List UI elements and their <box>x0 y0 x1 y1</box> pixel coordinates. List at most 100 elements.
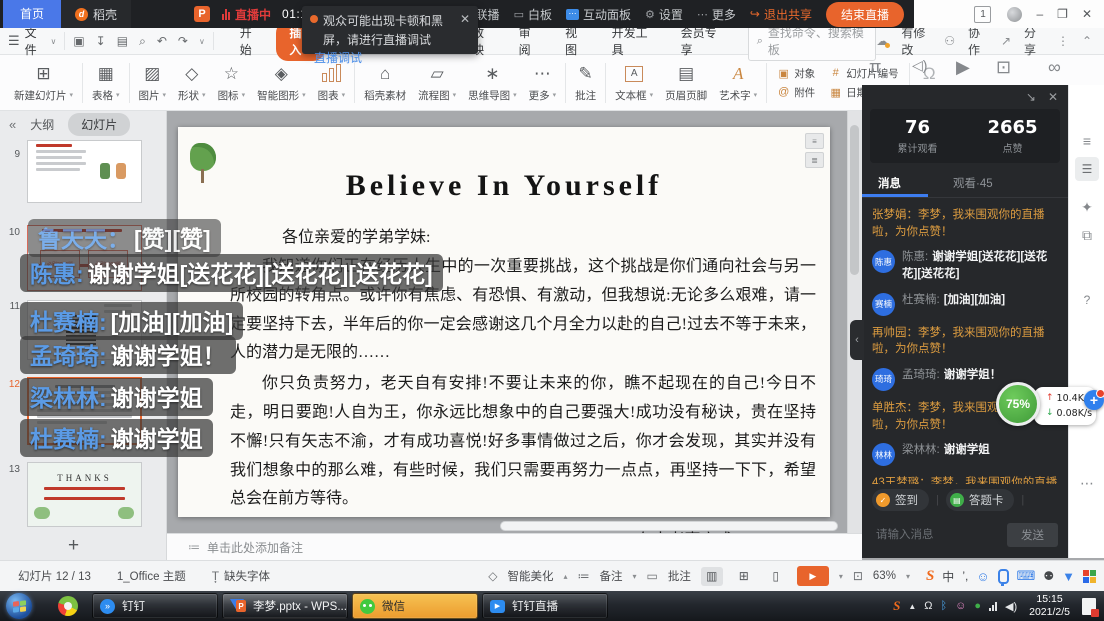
notification-bell-icon[interactable]: Ω <box>924 600 932 612</box>
fit-slide-icon[interactable]: ⊡ <box>853 569 863 583</box>
docer-material-button[interactable]: ⌂ 稻壳素材 <box>358 63 412 103</box>
end-live-button[interactable]: 结束直播 <box>826 2 904 27</box>
settings-button[interactable]: ⚙ 设置 <box>645 6 683 23</box>
tray-expand-icon[interactable]: ▲ <box>908 602 916 611</box>
notes-bar[interactable]: ≔ 单击此处添加备注 <box>166 533 862 560</box>
voice-input-icon[interactable] <box>998 569 1009 584</box>
tray-sogou-icon[interactable]: S <box>893 598 900 614</box>
export-icon[interactable]: ↧ <box>96 34 106 48</box>
kebab-menu-icon[interactable]: ⋮ <box>1057 34 1069 48</box>
tab-watching[interactable]: 观看·45 <box>953 175 993 191</box>
taskbar-dingtalk-live-button[interactable]: ▶ 钉钉直播 <box>482 593 608 619</box>
chevron-up-icon[interactable]: ▴ <box>563 572 567 581</box>
emoji-icon[interactable]: ☺ <box>976 569 989 584</box>
new-slide-button[interactable]: ⊞ 新建幻灯片 <box>8 63 79 103</box>
chart-button[interactable]: 图表 <box>312 63 352 103</box>
debug-link[interactable]: 直播调试 <box>314 51 362 65</box>
network-signal-icon[interactable] <box>989 602 997 611</box>
attachment-button[interactable]: @ 附件 <box>777 85 815 100</box>
screen-record-icon[interactable]: ⊡ <box>996 57 1011 78</box>
slide-layout-icon[interactable]: ≡ <box>805 133 824 149</box>
chat-panel-collapse-handle[interactable]: ‹ <box>850 320 864 360</box>
play-options-chevron-icon[interactable]: ▾ <box>839 572 843 581</box>
slide-thumbnail-13[interactable]: THANKS <box>27 462 142 527</box>
tab-docer[interactable]: d 稻壳 <box>61 0 131 28</box>
slide-title[interactable]: Believe In Yourself <box>178 169 830 203</box>
video-icon[interactable]: ▶ <box>956 57 970 78</box>
account-avatar[interactable] <box>1007 7 1022 22</box>
toolbox-grid-icon[interactable] <box>1083 570 1096 583</box>
sogou-icon[interactable]: S <box>926 568 934 585</box>
shapes-button[interactable]: ◇ 形状 <box>172 63 212 103</box>
tab-outline[interactable]: 大纲 <box>30 116 54 133</box>
taskbar-wps-button[interactable]: P 李梦.pptx - WPS... <box>222 593 348 619</box>
header-footer-button[interactable]: ▤ 页眉页脚 <box>659 63 713 103</box>
zoom-level[interactable]: 63% <box>873 570 896 582</box>
normal-view-button[interactable]: ▥ <box>701 567 723 586</box>
collaborate-button[interactable]: 协作 <box>968 24 988 58</box>
zoom-chevron-icon[interactable]: ▾ <box>906 572 910 581</box>
chat-message-input[interactable] <box>874 528 999 542</box>
missing-font-warning[interactable]: 缺失字体 <box>224 568 270 584</box>
panel-close-icon[interactable]: ✕ <box>1048 90 1058 104</box>
redo-icon[interactable]: ↷ <box>178 34 188 48</box>
print-preview-icon[interactable]: ⌕ <box>139 34 146 49</box>
slide-thumbnail-9[interactable] <box>27 140 142 203</box>
action-center-icon[interactable] <box>1082 598 1096 615</box>
document-count-badge[interactable]: 1 <box>974 6 991 23</box>
comment-button[interactable]: ✎ 批注 <box>569 63 602 103</box>
more-tools-icon[interactable]: ⋯ <box>1069 475 1104 492</box>
wordart-button[interactable]: A 艺术字 <box>713 63 763 103</box>
panel-list-icon[interactable]: ≡ <box>1069 133 1104 149</box>
screen-share-icon[interactable]: ⧉ <box>1069 227 1104 244</box>
profile-icon[interactable]: ⚉ <box>1043 569 1054 583</box>
more-insert-button[interactable]: ⋯ 更多 <box>523 63 563 103</box>
accelerate-plus-button[interactable]: + <box>1084 390 1104 410</box>
panel-collapse-icon[interactable]: ↘ <box>1026 90 1036 104</box>
theme-name[interactable]: 1_Office 主题 <box>117 568 186 584</box>
bluetooth-icon[interactable]: ᛒ <box>941 600 948 612</box>
file-menu[interactable]: ☰ 文件 ∨ <box>8 24 56 58</box>
tab-home[interactable]: 首页 <box>3 0 61 28</box>
beautify-button[interactable]: 智能美化 <box>507 568 553 584</box>
close-button[interactable]: ✕ <box>1082 7 1092 21</box>
volume-icon[interactable]: ◀) <box>1005 600 1017 613</box>
textbox-button[interactable]: A 文本框 <box>609 63 659 103</box>
horizontal-scrollbar[interactable] <box>500 521 838 531</box>
tray-clock[interactable]: 15:15 2021/2/5 <box>1029 593 1070 619</box>
minimize-button[interactable]: – <box>1036 7 1043 21</box>
icons-button[interactable]: ☆ 图标 <box>212 63 252 103</box>
slideshow-play-button[interactable]: ▶ <box>797 566 829 586</box>
interact-panel-button[interactable]: ⋯ 互动面板 <box>566 6 631 23</box>
quiz-card-button[interactable]: ▤ 答题卡 <box>946 489 1015 511</box>
send-button[interactable]: 发送 <box>1007 523 1058 547</box>
customize-toolbar-chevron-icon[interactable]: ∨ <box>199 37 205 46</box>
add-slide-button[interactable]: + <box>68 535 79 557</box>
collapse-panel-icon[interactable]: « <box>9 117 16 132</box>
smartart-button[interactable]: ◈ 智能图形 <box>251 63 312 103</box>
optimization-percent-ball[interactable]: 75% <box>996 382 1040 426</box>
chevron-down-icon[interactable]: ▾ <box>632 572 636 581</box>
slide-sorter-view-button[interactable]: ⊞ <box>733 567 755 586</box>
object-button[interactable]: ▣ 对象 <box>777 66 815 81</box>
image-button[interactable]: ▨ 图片 <box>133 63 173 103</box>
sign-in-button[interactable]: ✓ 签到 <box>872 489 929 511</box>
taskbar-wechat-button[interactable]: 微信 <box>352 593 478 619</box>
start-button[interactable] <box>6 593 32 619</box>
share-button[interactable]: 分享 <box>1024 24 1044 58</box>
table-button[interactable]: ▦ 表格 <box>86 63 126 103</box>
flowchart-button[interactable]: ▱ 流程图 <box>412 63 462 103</box>
message-list[interactable]: 张梦娟：李梦，我来围观你的直播啦，为你点赞！ 陈惠 陈惠:谢谢学姐[送花花][送… <box>862 198 1068 484</box>
slide-options-icon[interactable]: ≣ <box>805 152 824 168</box>
chinese-mode-icon[interactable]: 中 <box>942 568 954 585</box>
undo-icon[interactable]: ↶ <box>157 34 167 48</box>
network-monitor-overlay[interactable]: ↑10.4K/s ↓0.08K/s 75% + <box>996 382 1104 430</box>
exit-share-button[interactable]: ↪ 退出共享 <box>750 6 812 23</box>
sliders-icon[interactable]: ☰ <box>1075 157 1099 181</box>
hyperlink-icon[interactable]: ∞ <box>1048 57 1061 78</box>
tab-presentation[interactable]: P <box>194 6 210 22</box>
effects-star-icon[interactable]: ✦ <box>1069 199 1104 216</box>
collapse-ribbon-icon[interactable]: ⌃ <box>1082 34 1092 48</box>
comments-button[interactable]: 批注 <box>668 568 691 584</box>
print-icon[interactable]: ▤ <box>117 34 128 48</box>
